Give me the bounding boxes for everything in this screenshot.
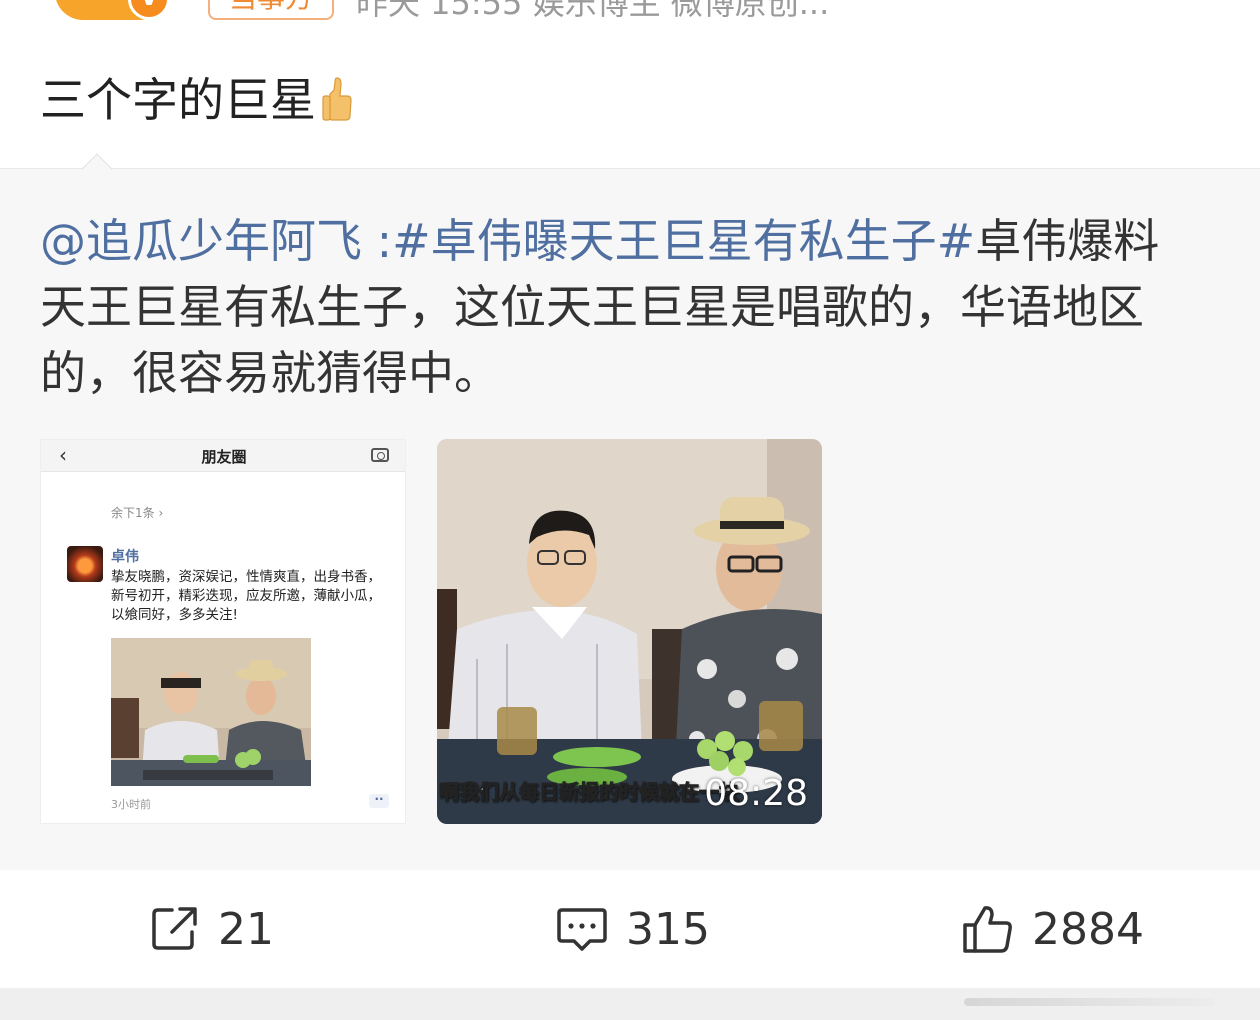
moments-avatar [67,546,103,582]
post-text: 三个字的巨星 [40,64,354,130]
moments-time: 3小时前 [111,798,151,811]
author-row: V 当事方 昨天 15:55 娱乐博主 微博原创... [0,0,1260,24]
moments-body: 挚友晓鹏，资深娱记，性情爽直，出身书香，新号初开，精彩迭现，应友所邀，薄献小瓜，… [111,569,381,623]
post-video[interactable]: 啊我们从每日新报的时候就在一块 08:28 [437,439,822,824]
role-tag: 当事方 [208,0,334,20]
post-text-body: 三个字的巨星 [40,73,316,127]
comment-icon [557,908,607,951]
repost-text: @追瓜少年阿飞 :#卓伟曝天王巨星有私生子#卓伟爆料天王巨星有私生子，这位天王巨… [40,208,1200,406]
like-button[interactable]: 2884 [962,870,1144,988]
action-bar: 21 315 2884 [0,870,1260,988]
hashtag-link[interactable]: #卓伟曝天王巨星有私生子# [392,214,975,268]
next-post-hint [964,998,1214,1006]
comment-count: 315 [626,903,710,955]
moments-remaining: 余下1条 › [111,506,164,520]
comment-button[interactable]: 315 [556,870,710,988]
thumbs-up-outline-icon [963,906,1012,953]
video-thumbnail [437,439,822,824]
camera-icon [371,448,389,462]
mention-separator: : [362,214,393,268]
moments-username: 卓伟 [111,549,139,565]
moments-photo [111,638,311,786]
repost-count: 21 [218,903,274,955]
moments-title: 朋友圈 [201,448,247,466]
thumbs-up-icon [322,77,352,121]
video-duration: 08:28 [704,773,808,814]
repost-button[interactable]: 21 [150,870,274,988]
like-count: 2884 [1032,903,1144,955]
more-dots-icon[interactable]: ·· [369,793,389,808]
post-meta: 昨天 15:55 娱乐博主 微博原创... [356,0,830,22]
post-image-moments[interactable]: ‹ 朋友圈 余下1条 › 卓伟 挚友晓鹏，资深娱记，性情爽直，出身书香，新号初开… [40,439,406,824]
mention-link[interactable]: @追瓜少年阿飞 [40,214,362,268]
moments-topbar: ‹ 朋友圈 [41,440,405,472]
share-icon [152,907,197,950]
